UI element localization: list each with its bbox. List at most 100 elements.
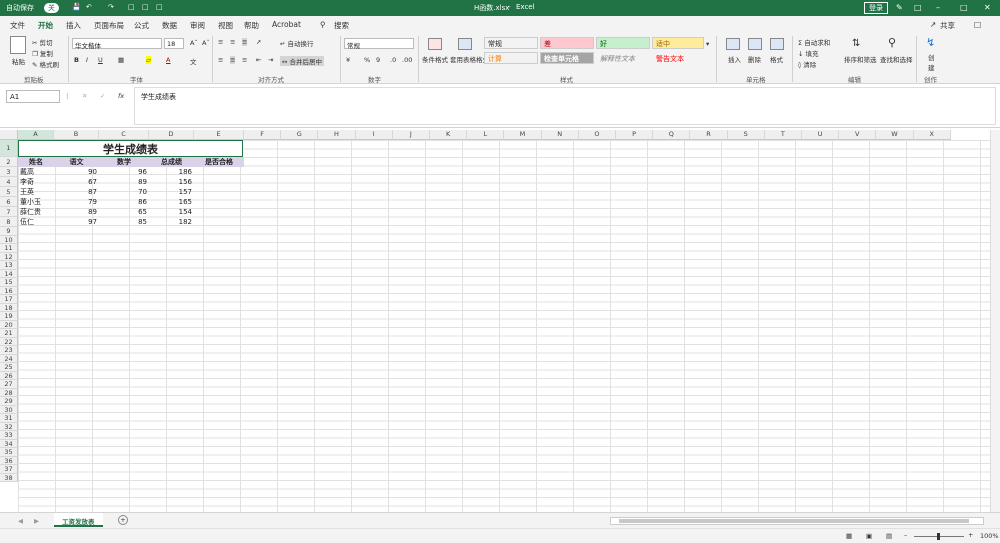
merge-center-button[interactable]: ↔ 合并后居中: [280, 56, 325, 66]
sort-filter-button[interactable]: 排序和筛选: [844, 54, 877, 64]
row-header-16[interactable]: 16: [0, 286, 18, 295]
column-header-h[interactable]: H: [318, 130, 356, 140]
comma-icon[interactable]: 9: [376, 56, 380, 64]
row-header-4[interactable]: 4: [0, 177, 18, 187]
row-header-14[interactable]: 14: [0, 269, 18, 278]
share-button[interactable]: 共享: [940, 20, 955, 31]
column-header-s[interactable]: S: [727, 130, 765, 140]
row-header-12[interactable]: 12: [0, 252, 18, 261]
horizontal-scroll-thumb[interactable]: [619, 519, 969, 523]
fill-button[interactable]: ↓ 填充: [798, 48, 819, 58]
zoom-in-icon[interactable]: +: [968, 531, 973, 539]
zoom-out-icon[interactable]: –: [904, 531, 907, 539]
cut-button[interactable]: ✂ 剪切: [32, 37, 53, 47]
redo-icon[interactable]: ↷: [108, 3, 114, 11]
insert-button[interactable]: 插入: [728, 54, 741, 64]
font-color-icon[interactable]: A: [166, 56, 170, 64]
column-header-m[interactable]: M: [504, 130, 542, 140]
table-cell[interactable]: [194, 167, 244, 177]
table-cell[interactable]: 87: [54, 187, 99, 197]
tab-next-icon[interactable]: ▶: [34, 517, 39, 525]
decrease-decimal-icon[interactable]: .00: [402, 56, 412, 64]
vertical-scrollbar[interactable]: [990, 130, 1000, 512]
underline-icon[interactable]: U: [98, 56, 103, 64]
row-header-35[interactable]: 35: [0, 448, 18, 457]
column-header-l[interactable]: L: [467, 130, 505, 140]
style-bad[interactable]: 差: [540, 37, 594, 49]
table-cell[interactable]: 79: [54, 197, 99, 207]
currency-icon[interactable]: ¥: [346, 56, 350, 64]
cell-area[interactable]: 学生成绩表 姓名 语文 数学 总成绩 是否合格 戴高 90 96 186 李奇 67 89 156 王英…: [18, 140, 990, 512]
print-icon[interactable]: □: [156, 3, 163, 11]
row-header-6[interactable]: 6: [0, 197, 18, 207]
conditional-format-button[interactable]: 条件格式: [422, 54, 448, 64]
table-cell[interactable]: 156: [149, 177, 194, 187]
row-header-29[interactable]: 29: [0, 397, 18, 406]
table-cell[interactable]: 戴高: [18, 167, 54, 177]
paste-button[interactable]: 粘贴: [12, 56, 25, 66]
save-icon[interactable]: 💾: [72, 3, 81, 11]
title-cell-a1[interactable]: 学生成绩表: [18, 140, 243, 157]
menu-insert[interactable]: 插入: [66, 20, 81, 31]
column-header-w[interactable]: W: [876, 130, 914, 140]
style-warning[interactable]: 警告文本: [652, 52, 704, 64]
row-header-17[interactable]: 17: [0, 295, 18, 304]
copy-button[interactable]: ❐ 复制: [32, 48, 53, 58]
column-header-o[interactable]: O: [578, 130, 616, 140]
normal-view-icon[interactable]: ▦: [846, 532, 852, 540]
row-header-26[interactable]: 26: [0, 371, 18, 380]
style-neutral[interactable]: 适中: [652, 37, 704, 49]
open-icon[interactable]: □: [142, 3, 149, 11]
clear-button[interactable]: ◊ 清除: [798, 59, 816, 69]
enter-icon[interactable]: ✓: [100, 92, 105, 100]
bold-icon[interactable]: B: [74, 56, 79, 64]
menu-page-layout[interactable]: 页面布局: [94, 20, 124, 31]
table-cell[interactable]: 154: [149, 207, 194, 217]
row-header-38[interactable]: 38: [0, 473, 18, 482]
column-header-b[interactable]: B: [54, 130, 99, 140]
row-header-7[interactable]: 7: [0, 207, 18, 217]
shrink-font-icon[interactable]: Aˇ: [202, 39, 210, 47]
row-header-23[interactable]: 23: [0, 346, 18, 355]
column-header-n[interactable]: N: [541, 130, 579, 140]
row-header-30[interactable]: 30: [0, 405, 18, 414]
orientation-icon[interactable]: ➚: [256, 38, 261, 46]
column-header-c[interactable]: C: [99, 130, 149, 140]
border-icon[interactable]: ▦: [118, 56, 124, 64]
table-cell[interactable]: 186: [149, 167, 194, 177]
table-cell[interactable]: 薛仁贵: [18, 207, 54, 217]
table-cell[interactable]: 97: [54, 217, 99, 227]
row-header-20[interactable]: 20: [0, 320, 18, 329]
column-header-j[interactable]: J: [392, 130, 430, 140]
font-name-select[interactable]: 华文楷体: [72, 38, 162, 50]
table-cell[interactable]: 李奇: [18, 177, 54, 187]
horizontal-scrollbar[interactable]: [610, 517, 984, 525]
table-cell[interactable]: 182: [149, 217, 194, 227]
align-left-icon[interactable]: ≡: [218, 56, 223, 64]
undo-icon[interactable]: ↶: [86, 3, 92, 11]
row-header-2[interactable]: 2: [0, 157, 18, 167]
sheet-tab-active[interactable]: 工资发放表: [54, 513, 103, 527]
column-header-r[interactable]: R: [690, 130, 728, 140]
row-header-34[interactable]: 34: [0, 439, 18, 448]
row-header-25[interactable]: 25: [0, 363, 18, 372]
table-cell[interactable]: 96: [99, 167, 149, 177]
row-header-31[interactable]: 31: [0, 414, 18, 423]
row-header-28[interactable]: 28: [0, 388, 18, 397]
select-all-corner[interactable]: [0, 130, 18, 140]
row-header-22[interactable]: 22: [0, 337, 18, 346]
search-label[interactable]: 搜索: [334, 20, 349, 31]
row-header-9[interactable]: 9: [0, 227, 18, 236]
new-file-icon[interactable]: □: [128, 3, 135, 11]
minimize-icon[interactable]: –: [936, 3, 940, 12]
page-break-view-icon[interactable]: ▤: [886, 532, 892, 540]
row-header-27[interactable]: 27: [0, 380, 18, 389]
comment-icon[interactable]: □: [974, 20, 981, 29]
create-pdf-button[interactable]: 创建: [928, 52, 936, 72]
row-header-10[interactable]: 10: [0, 235, 18, 244]
column-header-a[interactable]: A: [18, 130, 54, 140]
name-box[interactable]: A1: [6, 90, 60, 103]
indent-decrease-icon[interactable]: ⇤: [256, 56, 261, 64]
tab-prev-icon[interactable]: ◀: [18, 517, 23, 525]
login-button[interactable]: 登录: [864, 2, 888, 14]
